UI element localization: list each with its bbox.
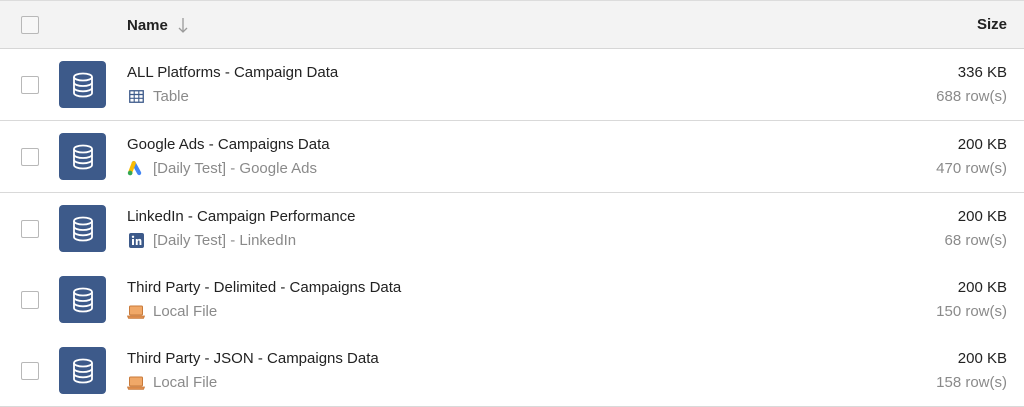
- dataset-size: 200 KB: [957, 136, 1007, 153]
- datasets-table: Name Size ALL Platforms - Campaign Data …: [0, 0, 1024, 407]
- dataset-source: Table: [127, 88, 189, 105]
- table-row[interactable]: ALL Platforms - Campaign Data Table 336 …: [0, 49, 1024, 121]
- database-icon: [59, 347, 106, 394]
- table-row[interactable]: LinkedIn - Campaign Performance [Daily T…: [0, 193, 1024, 265]
- dataset-row-count: 158 row(s): [936, 374, 1007, 391]
- row-checkbox[interactable]: [21, 220, 39, 238]
- dataset-name[interactable]: Third Party - Delimited - Campaigns Data: [127, 279, 401, 296]
- laptop-icon: [127, 375, 145, 391]
- database-icon: [59, 276, 106, 323]
- dataset-source: [Daily Test] - LinkedIn: [127, 232, 296, 249]
- dataset-source: Local File: [127, 303, 217, 320]
- table-icon: [127, 89, 145, 105]
- row-checkbox[interactable]: [21, 291, 39, 309]
- linkedin-icon: [127, 233, 145, 249]
- dataset-source-label: [Daily Test] - Google Ads: [153, 160, 317, 177]
- dataset-source-label: Local File: [153, 303, 218, 320]
- dataset-name[interactable]: Google Ads - Campaigns Data: [127, 136, 330, 153]
- name-column-label: Name: [127, 16, 168, 34]
- table-row[interactable]: Third Party - JSON - Campaigns Data Loca…: [0, 335, 1024, 407]
- table-header: Name Size: [0, 0, 1024, 49]
- dataset-row-count: 150 row(s): [936, 303, 1007, 320]
- row-checkbox[interactable]: [21, 76, 39, 94]
- dataset-source: [Daily Test] - Google Ads: [127, 160, 317, 177]
- dataset-size: 336 KB: [957, 64, 1007, 81]
- laptop-icon: [127, 304, 145, 320]
- dataset-source-label: Local File: [153, 374, 218, 391]
- dataset-name[interactable]: LinkedIn - Campaign Performance: [127, 208, 355, 225]
- database-icon: [59, 61, 106, 108]
- dataset-source: Local File: [127, 374, 217, 391]
- dataset-row-count: 68 row(s): [944, 232, 1007, 249]
- dataset-source-label: Table: [153, 88, 189, 105]
- table-row[interactable]: Google Ads - Campaigns Data [Daily Test]…: [0, 121, 1024, 193]
- dataset-row-count: 470 row(s): [936, 160, 1007, 177]
- database-icon: [59, 205, 106, 252]
- name-column-header[interactable]: Name: [127, 16, 189, 34]
- dataset-name[interactable]: Third Party - JSON - Campaigns Data: [127, 350, 379, 367]
- dataset-row-count: 688 row(s): [936, 88, 1007, 105]
- dataset-size: 200 KB: [957, 279, 1007, 296]
- table-row[interactable]: Third Party - Delimited - Campaigns Data…: [0, 264, 1024, 336]
- dataset-size: 200 KB: [957, 350, 1007, 367]
- database-icon: [59, 133, 106, 180]
- dataset-source-label: [Daily Test] - LinkedIn: [153, 232, 297, 249]
- dataset-name[interactable]: ALL Platforms - Campaign Data: [127, 64, 338, 81]
- row-checkbox[interactable]: [21, 148, 39, 166]
- sort-arrow-down-icon[interactable]: [177, 16, 189, 34]
- dataset-size: 200 KB: [957, 208, 1007, 225]
- select-all-checkbox[interactable]: [21, 16, 39, 34]
- row-checkbox[interactable]: [21, 362, 39, 380]
- google-ads-icon: [127, 161, 145, 177]
- size-column-header[interactable]: Size: [977, 16, 1007, 33]
